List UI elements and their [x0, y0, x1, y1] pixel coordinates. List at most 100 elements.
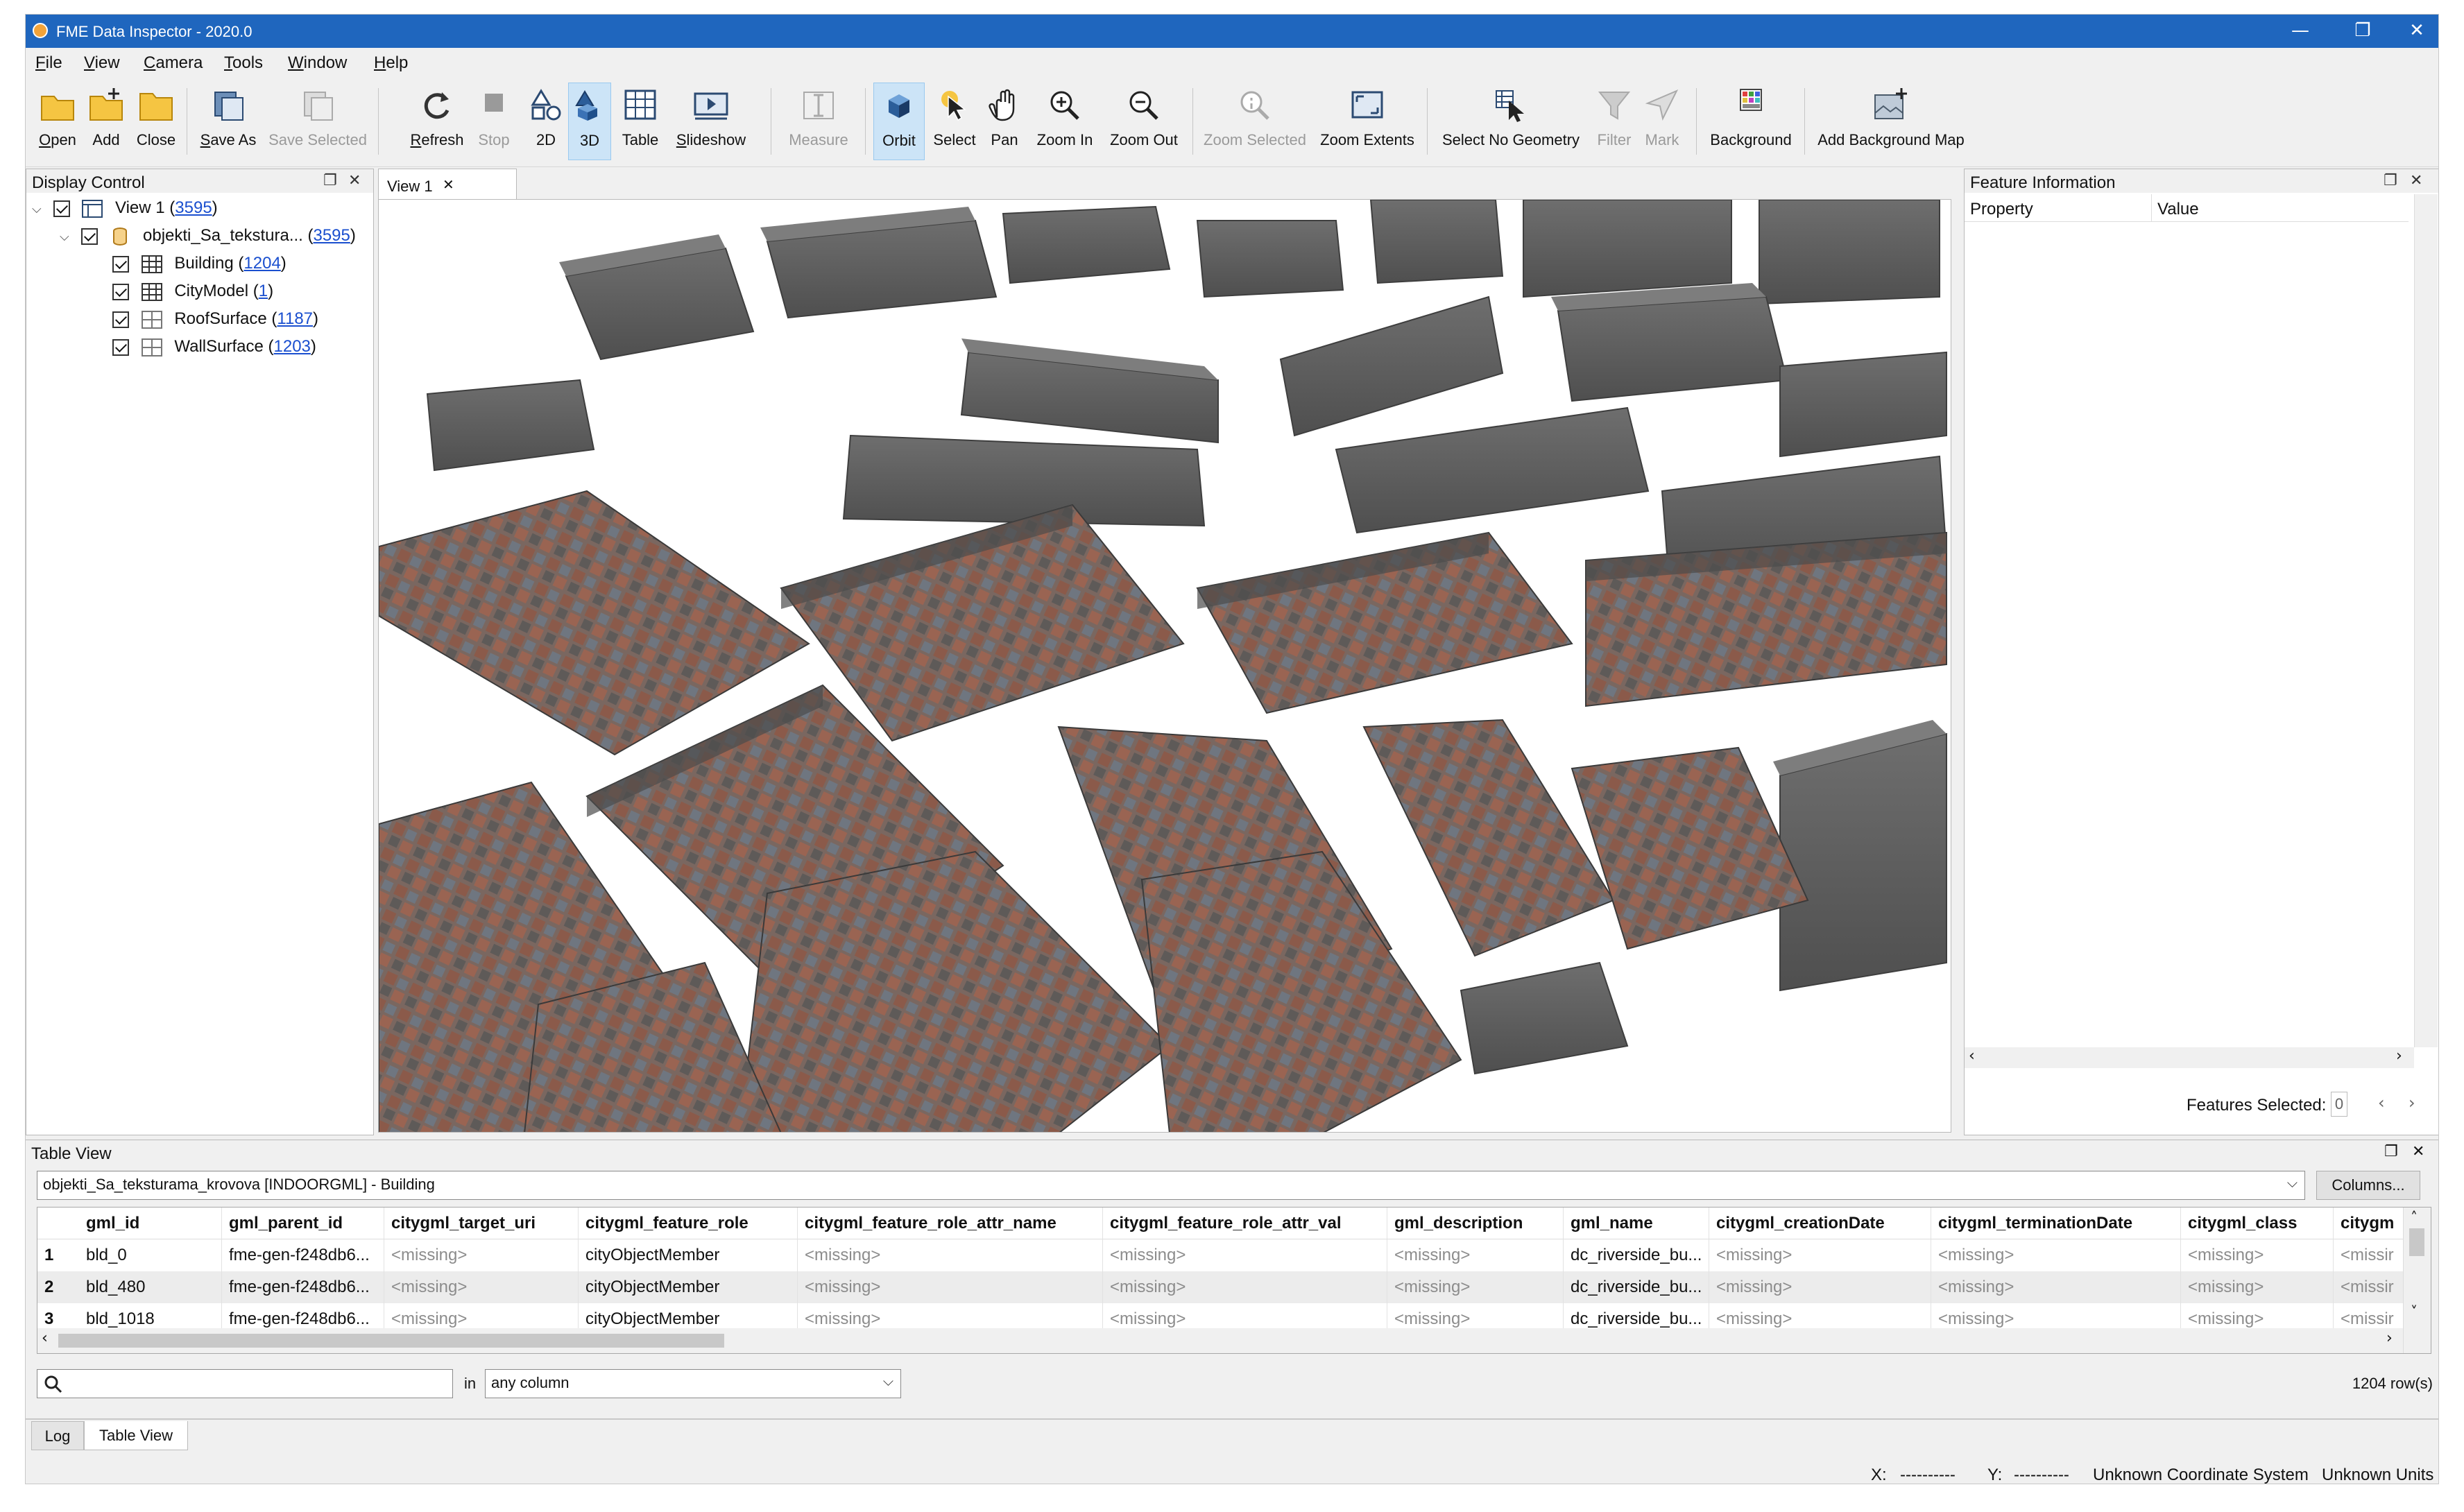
table-button[interactable]: Table: [613, 83, 668, 160]
chevron-down-icon[interactable]: ⌵: [883, 1373, 893, 1389]
save-as-button[interactable]: Save As: [195, 83, 262, 160]
table-cell[interactable]: <missing>: [1931, 1239, 2181, 1271]
next-feature-icon[interactable]: ›: [2409, 1093, 2415, 1112]
close-tab-icon[interactable]: ✕: [443, 176, 454, 193]
feature-count-link[interactable]: 3595: [175, 198, 212, 217]
select-no-geometry-button[interactable]: Select No Geometry: [1435, 83, 1586, 160]
table-cell[interactable]: cityObjectMember: [579, 1271, 798, 1303]
zoom-in-button[interactable]: Zoom In: [1029, 83, 1101, 160]
stop-button[interactable]: Stop: [470, 83, 518, 160]
table-row[interactable]: 2 bld_480 fme-gen-f248db6... <missing> c…: [37, 1271, 2403, 1303]
feature-count-link[interactable]: 1: [259, 282, 268, 300]
3d-viewport[interactable]: [378, 199, 1951, 1133]
menu-tools[interactable]: Tools: [224, 53, 263, 73]
checkbox-view-1[interactable]: [53, 200, 70, 217]
table-cell[interactable]: <missing>: [1103, 1303, 1387, 1328]
feature-count-link[interactable]: 3595: [313, 226, 350, 245]
close-panel-icon[interactable]: ✕: [348, 172, 361, 189]
table-cell[interactable]: <missing>: [1931, 1271, 2181, 1303]
filter-button[interactable]: Filter: [1591, 83, 1638, 160]
table-cell[interactable]: <missing>: [1387, 1239, 1564, 1271]
menu-window[interactable]: Window: [288, 53, 347, 73]
scroll-up-icon[interactable]: ˄: [2411, 1209, 2418, 1226]
dataset-selector[interactable]: objekti_Sa_teksturama_krovova [INDOORGML…: [37, 1171, 2305, 1200]
scroll-right-icon[interactable]: ›: [2386, 1330, 2393, 1347]
vertical-scrollbar[interactable]: [2414, 194, 2438, 1047]
property-column-header[interactable]: Property: [1965, 194, 2152, 222]
table-cell[interactable]: dc_riverside_bu...: [1564, 1239, 1709, 1271]
column-header[interactable]: gml_id: [79, 1208, 222, 1239]
scrollbar-thumb[interactable]: [2409, 1228, 2424, 1256]
table-cell[interactable]: fme-gen-f248db6...: [222, 1303, 384, 1328]
table-cell[interactable]: bld_1018: [79, 1303, 222, 1328]
column-header[interactable]: gml_name: [1564, 1208, 1709, 1239]
table-search-input[interactable]: [37, 1369, 453, 1398]
table-cell[interactable]: cityObjectMember: [579, 1303, 798, 1328]
table-row[interactable]: 1 bld_0 fme-gen-f248db6... <missing> cit…: [37, 1239, 2403, 1271]
value-column-header[interactable]: Value: [2152, 194, 2409, 222]
table-cell[interactable]: <missing>: [2181, 1271, 2334, 1303]
horizontal-scrollbar[interactable]: ‹ ›: [1965, 1047, 2414, 1068]
table-cell[interactable]: dc_riverside_bu...: [1564, 1303, 1709, 1328]
table-cell[interactable]: <missing>: [1709, 1239, 1931, 1271]
zoom-extents-button[interactable]: Zoom Extents: [1315, 83, 1420, 160]
menu-view[interactable]: View: [84, 53, 120, 73]
column-header[interactable]: gml_description: [1387, 1208, 1564, 1239]
chevron-down-icon[interactable]: ⌵: [2287, 1174, 2298, 1191]
search-column-selector[interactable]: any column ⌵: [485, 1369, 901, 1398]
column-header[interactable]: citygml_feature_role_attr_name: [798, 1208, 1103, 1239]
column-header[interactable]: citygml_feature_role_attr_val: [1103, 1208, 1387, 1239]
select-button[interactable]: Select: [929, 83, 980, 160]
tree-item-dataset[interactable]: ⌵ objekti_Sa_tekstura... (3595): [60, 222, 356, 250]
chevron-down-icon[interactable]: ⌵: [60, 223, 76, 251]
table-cell[interactable]: <missing>: [384, 1271, 579, 1303]
close-dataset-button[interactable]: Close: [131, 83, 181, 160]
feature-count-link[interactable]: 1203: [274, 337, 311, 356]
column-header[interactable]: citygml_creationDate: [1709, 1208, 1931, 1239]
scroll-left-icon[interactable]: ‹: [1969, 1047, 1975, 1065]
table-cell[interactable]: fme-gen-f248db6...: [222, 1239, 384, 1271]
scroll-left-icon[interactable]: ‹: [42, 1330, 48, 1347]
view-2d-button[interactable]: 2D: [525, 83, 567, 160]
table-cell[interactable]: <missing>: [1103, 1271, 1387, 1303]
minimize-button[interactable]: —: [2269, 15, 2332, 48]
orbit-button[interactable]: Orbit: [873, 83, 925, 160]
mark-button[interactable]: Mark: [1639, 83, 1685, 160]
table-cell[interactable]: <missing>: [1387, 1271, 1564, 1303]
menu-file[interactable]: File: [35, 53, 62, 73]
tree-item-view-1[interactable]: ⌵ View 1 (3595): [32, 194, 218, 222]
tree-item-building[interactable]: Building (1204): [112, 250, 286, 277]
table-cell[interactable]: <missing>: [1709, 1271, 1931, 1303]
tab-table-view[interactable]: Table View: [84, 1421, 188, 1450]
checkbox-building[interactable]: [112, 255, 129, 273]
scroll-down-icon[interactable]: ˅: [2411, 1303, 2418, 1320]
tree-item-wallsurface[interactable]: WallSurface (1203): [112, 333, 316, 361]
add-background-map-button[interactable]: Add Background Map: [1813, 83, 1969, 160]
table-cell[interactable]: <missir: [2334, 1303, 2403, 1328]
table-cell[interactable]: fme-gen-f248db6...: [222, 1271, 384, 1303]
background-button[interactable]: Background: [1704, 83, 1797, 160]
checkbox-wallsurface[interactable]: [112, 338, 129, 356]
measure-button[interactable]: Measure: [782, 83, 855, 160]
tab-log[interactable]: Log: [31, 1421, 84, 1450]
table-cell[interactable]: <missing>: [798, 1239, 1103, 1271]
table-horizontal-scrollbar[interactable]: ‹ ›: [37, 1328, 2403, 1353]
table-cell[interactable]: <missing>: [1387, 1303, 1564, 1328]
zoom-out-button[interactable]: Zoom Out: [1104, 83, 1184, 160]
add-button[interactable]: Add: [84, 83, 128, 160]
table-cell[interactable]: <missing>: [384, 1239, 579, 1271]
table-cell[interactable]: <missing>: [1103, 1239, 1387, 1271]
columns-button[interactable]: Columns...: [2316, 1171, 2420, 1200]
table-vertical-scrollbar[interactable]: ˄ ˅: [2403, 1208, 2431, 1353]
table-cell[interactable]: <missing>: [2181, 1303, 2334, 1328]
checkbox-roofsurface[interactable]: [112, 311, 129, 328]
save-selected-button[interactable]: Save Selected: [266, 83, 370, 160]
table-row[interactable]: 3 bld_1018 fme-gen-f248db6... <missing> …: [37, 1303, 2403, 1328]
table-cell[interactable]: cityObjectMember: [579, 1239, 798, 1271]
table-cell[interactable]: <missing>: [798, 1271, 1103, 1303]
table-cell[interactable]: <missing>: [1709, 1303, 1931, 1328]
tree-item-roofsurface[interactable]: RoofSurface (1187): [112, 305, 318, 333]
table-cell[interactable]: <missir: [2334, 1271, 2403, 1303]
chevron-down-icon[interactable]: ⌵: [32, 196, 49, 223]
table-cell[interactable]: <missing>: [384, 1303, 579, 1328]
